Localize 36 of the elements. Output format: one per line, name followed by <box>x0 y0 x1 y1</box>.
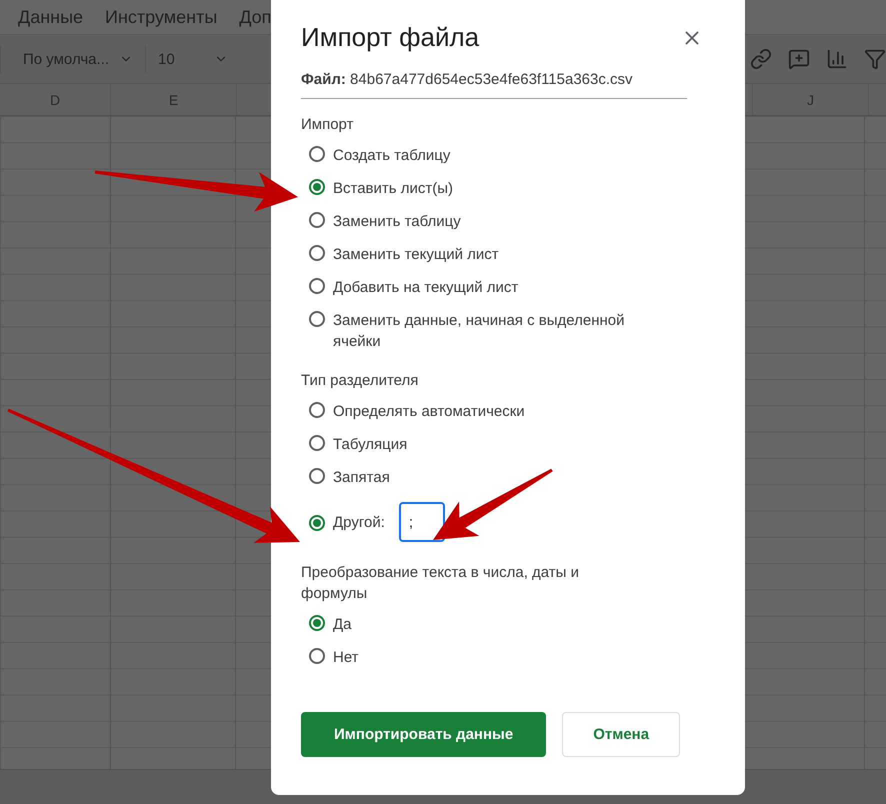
delimiter-field[interactable]: ; <box>398 502 445 542</box>
section-title: Преобразование текста в числа, даты и формулы <box>301 563 580 604</box>
link-icon[interactable] <box>750 48 772 70</box>
radio-button[interactable] <box>309 514 325 530</box>
radio-option[interactable]: Определять автоматически <box>301 395 715 428</box>
radio-option[interactable]: Заменить таблицу <box>301 205 715 238</box>
add-comment-icon[interactable] <box>788 48 810 70</box>
radio-option[interactable]: Вставить лист(ы) <box>301 172 715 205</box>
section-title: Тип разделителя <box>301 371 420 391</box>
radio-option[interactable]: Создать таблицу <box>301 139 715 172</box>
cancel-button[interactable]: Отмена <box>562 712 680 757</box>
radio-option[interactable]: Табуляция <box>301 428 715 461</box>
radio-option[interactable]: Да <box>301 608 715 641</box>
radio-button[interactable] <box>309 648 325 664</box>
radio-button[interactable] <box>309 435 325 451</box>
radio-button[interactable] <box>309 278 325 294</box>
radio-button[interactable] <box>309 615 325 631</box>
radio-button[interactable] <box>309 212 325 228</box>
radio-option[interactable]: Запятая <box>301 461 715 494</box>
radio-button[interactable] <box>309 468 325 484</box>
radio-button[interactable] <box>309 245 325 261</box>
radio-option[interactable]: Заменить данные, начиная с выделенной ячейки <box>301 304 715 358</box>
radio-button[interactable] <box>309 402 325 418</box>
import-button[interactable]: Импортировать данные <box>301 712 546 757</box>
radio-option[interactable]: Другой: ; <box>301 494 715 550</box>
section-title: Импорт <box>301 115 354 135</box>
filter-icon[interactable] <box>864 48 886 70</box>
dialog-title: Импорт файла <box>301 22 480 53</box>
file-name: Файл: 84b67a477d654ec53e4fe63f115a363c.csv <box>301 71 687 99</box>
radio-option[interactable]: Добавить на текущий лист <box>301 271 715 304</box>
chart-icon[interactable] <box>826 48 848 70</box>
radio-button[interactable] <box>309 179 325 195</box>
radio-button[interactable] <box>309 146 325 162</box>
radio-button[interactable] <box>309 311 325 327</box>
radio-option[interactable]: Нет <box>301 641 715 674</box>
radio-option[interactable]: Заменить текущий лист <box>301 238 715 271</box>
